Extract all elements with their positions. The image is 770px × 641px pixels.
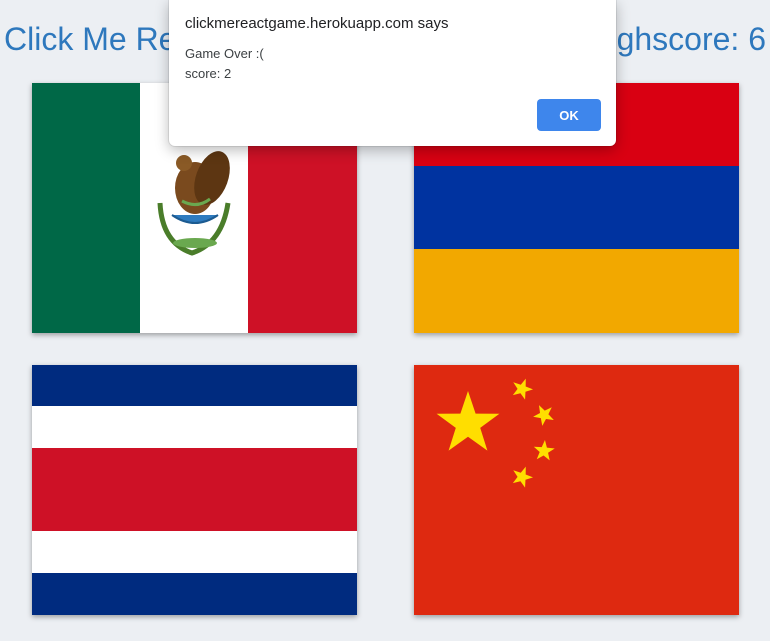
costa-rica-flag bbox=[32, 365, 357, 615]
dialog-message-game-over: Game Over :( bbox=[185, 46, 264, 61]
dialog-origin: clickmereactgame.herokuapp.com says bbox=[185, 15, 449, 32]
china-flag bbox=[414, 365, 739, 615]
ok-button[interactable]: OK bbox=[537, 99, 601, 131]
flag-card-costa-rica[interactable] bbox=[32, 365, 357, 615]
dialog-message-score: score: 2 bbox=[185, 66, 232, 81]
flag-card-china[interactable] bbox=[414, 365, 739, 615]
alert-dialog: clickmereactgame.herokuapp.com says Game… bbox=[169, 0, 616, 146]
